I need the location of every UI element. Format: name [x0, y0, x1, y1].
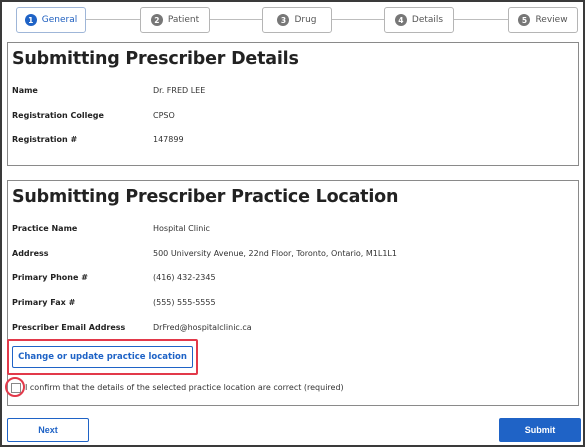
field-label: Registration #: [12, 135, 78, 144]
step-number-badge: 4: [394, 14, 407, 26]
field-value: 147899: [153, 135, 184, 144]
field-label: Primary Phone #: [12, 273, 88, 282]
step-number-badge: 3: [277, 14, 290, 26]
prescriber-details-title: Submitting Prescriber Details: [12, 49, 299, 69]
field-value: CPSO: [153, 111, 175, 120]
step-label: Details: [411, 15, 444, 25]
field-value: DrFred@hospitalclinic.ca: [153, 323, 252, 332]
step-label: Review: [535, 15, 568, 25]
field-value: Hospital Clinic: [153, 224, 210, 233]
highlight-circle-checkbox: [5, 377, 25, 397]
field-row-primary-fax: Primary Fax # (555) 555-5555: [12, 298, 572, 307]
next-button[interactable]: Next: [7, 418, 89, 442]
step-number-badge: 5: [518, 14, 531, 26]
field-label: Name: [12, 86, 38, 95]
field-label: Registration College: [12, 111, 104, 120]
step-review[interactable]: 5 Review: [508, 7, 578, 33]
step-label: Patient: [167, 15, 200, 25]
field-row-primary-phone: Primary Phone # (416) 432-2345: [12, 273, 572, 282]
field-row-registration-college: Registration College CPSO: [12, 111, 572, 120]
field-row-registration-number: Registration # 147899: [12, 135, 572, 144]
practice-location-title: Submitting Prescriber Practice Location: [12, 187, 399, 207]
field-value: (555) 555-5555: [153, 298, 216, 307]
field-value: (416) 432-2345: [153, 273, 216, 282]
field-row-address: Address 500 University Avenue, 22nd Floo…: [12, 249, 572, 258]
field-label: Address: [12, 249, 49, 258]
app-frame: 1 General 2 Patient 3 Drug 4 Details 5 R…: [0, 0, 585, 447]
step-details[interactable]: 4 Details: [384, 7, 454, 33]
step-navigation: 1 General 2 Patient 3 Drug 4 Details 5 R…: [2, 2, 583, 40]
field-label: Practice Name: [12, 224, 78, 233]
submit-button[interactable]: Submit: [499, 418, 581, 442]
step-label: Drug: [294, 15, 317, 25]
step-label: General: [41, 15, 78, 25]
step-number-badge: 2: [150, 14, 163, 26]
field-row-email: Prescriber Email Address DrFred@hospital…: [12, 323, 572, 332]
change-practice-location-button[interactable]: Change or update practice location: [12, 346, 193, 368]
prescriber-details-panel: Submitting Prescriber Details: [7, 42, 579, 166]
field-label: Prescriber Email Address: [12, 323, 126, 332]
step-patient[interactable]: 2 Patient: [140, 7, 210, 33]
field-label: Primary Fax #: [12, 298, 76, 307]
field-value: 500 University Avenue, 22nd Floor, Toron…: [153, 249, 397, 258]
field-row-name: Name Dr. FRED LEE: [12, 86, 572, 95]
step-number-badge: 1: [24, 14, 37, 26]
confirm-checkbox-label: I confirm that the details of the select…: [25, 383, 344, 392]
step-drug[interactable]: 3 Drug: [262, 7, 332, 33]
field-row-practice-name: Practice Name Hospital Clinic: [12, 224, 572, 233]
field-value: Dr. FRED LEE: [153, 86, 206, 95]
step-general[interactable]: 1 General: [16, 7, 86, 33]
